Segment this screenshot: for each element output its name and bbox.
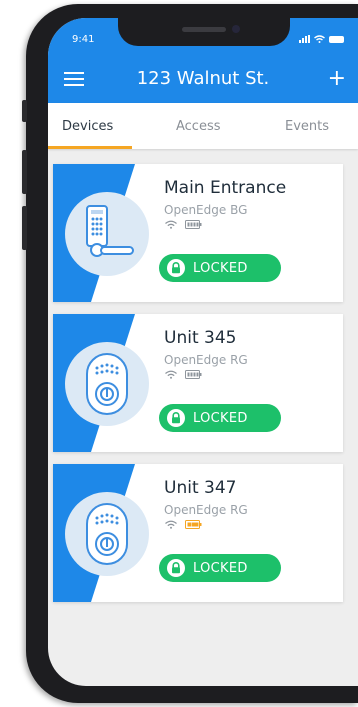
wifi-icon [165, 370, 177, 379]
cellular-signal-icon [299, 35, 310, 43]
device-model: OpenEdge RG [164, 503, 248, 517]
tab-bar: Devices Access Events [48, 103, 358, 149]
page-title: 123 Walnut St. [136, 68, 270, 89]
add-device-button[interactable]: + [327, 66, 346, 91]
battery-full-icon [185, 370, 202, 379]
wifi-icon [165, 520, 177, 529]
device-name: Unit 345 [164, 328, 237, 348]
device-name: Unit 347 [164, 478, 237, 498]
device-card-main-entrance[interactable]: Main Entrance OpenEdge BG LOCKED [53, 164, 343, 302]
volume-down-button [22, 206, 27, 250]
deadbolt-keypad-lock-icon [65, 342, 149, 426]
front-camera [232, 25, 240, 33]
lock-status-label: LOCKED [193, 561, 248, 576]
device-card-unit-345[interactable]: Unit 345 OpenEdge RG LOCKED [53, 314, 343, 452]
plus-icon: + [327, 66, 346, 91]
device-card-unit-347[interactable]: Unit 347 OpenEdge RG LOCKED [53, 464, 343, 602]
padlock-icon [167, 409, 185, 427]
app-screen: 9:41 123 Walnut St. + Devices Access Eve… [48, 18, 358, 686]
padlock-icon [167, 559, 185, 577]
battery-icon [329, 35, 344, 43]
status-icons [299, 35, 344, 43]
lock-status-toggle[interactable]: LOCKED [159, 404, 281, 432]
phone-notch [118, 18, 290, 46]
lock-status-label: LOCKED [193, 261, 248, 276]
lever-keypad-lock-icon [65, 192, 149, 276]
tab-devices[interactable]: Devices [62, 119, 113, 134]
volume-up-button [22, 150, 27, 194]
device-name: Main Entrance [164, 178, 287, 198]
lock-status-label: LOCKED [193, 411, 248, 426]
tab-events[interactable]: Events [285, 119, 329, 134]
tab-access[interactable]: Access [176, 119, 221, 134]
lock-status-toggle[interactable]: LOCKED [159, 554, 281, 582]
lock-status-toggle[interactable]: LOCKED [159, 254, 281, 282]
active-tab-indicator [48, 146, 132, 149]
mute-switch [22, 100, 27, 122]
wifi-icon [314, 35, 325, 43]
device-status-icons [165, 220, 202, 229]
speaker-grille [182, 27, 226, 32]
device-model: OpenEdge BG [164, 203, 248, 217]
device-status-icons [165, 370, 202, 379]
battery-low-icon [185, 520, 202, 529]
status-time: 9:41 [72, 34, 95, 45]
wifi-icon [165, 220, 177, 229]
device-status-icons [165, 520, 202, 529]
deadbolt-keypad-lock-icon [65, 492, 149, 576]
device-model: OpenEdge RG [164, 353, 248, 367]
battery-full-icon [185, 220, 202, 229]
padlock-icon [167, 259, 185, 277]
